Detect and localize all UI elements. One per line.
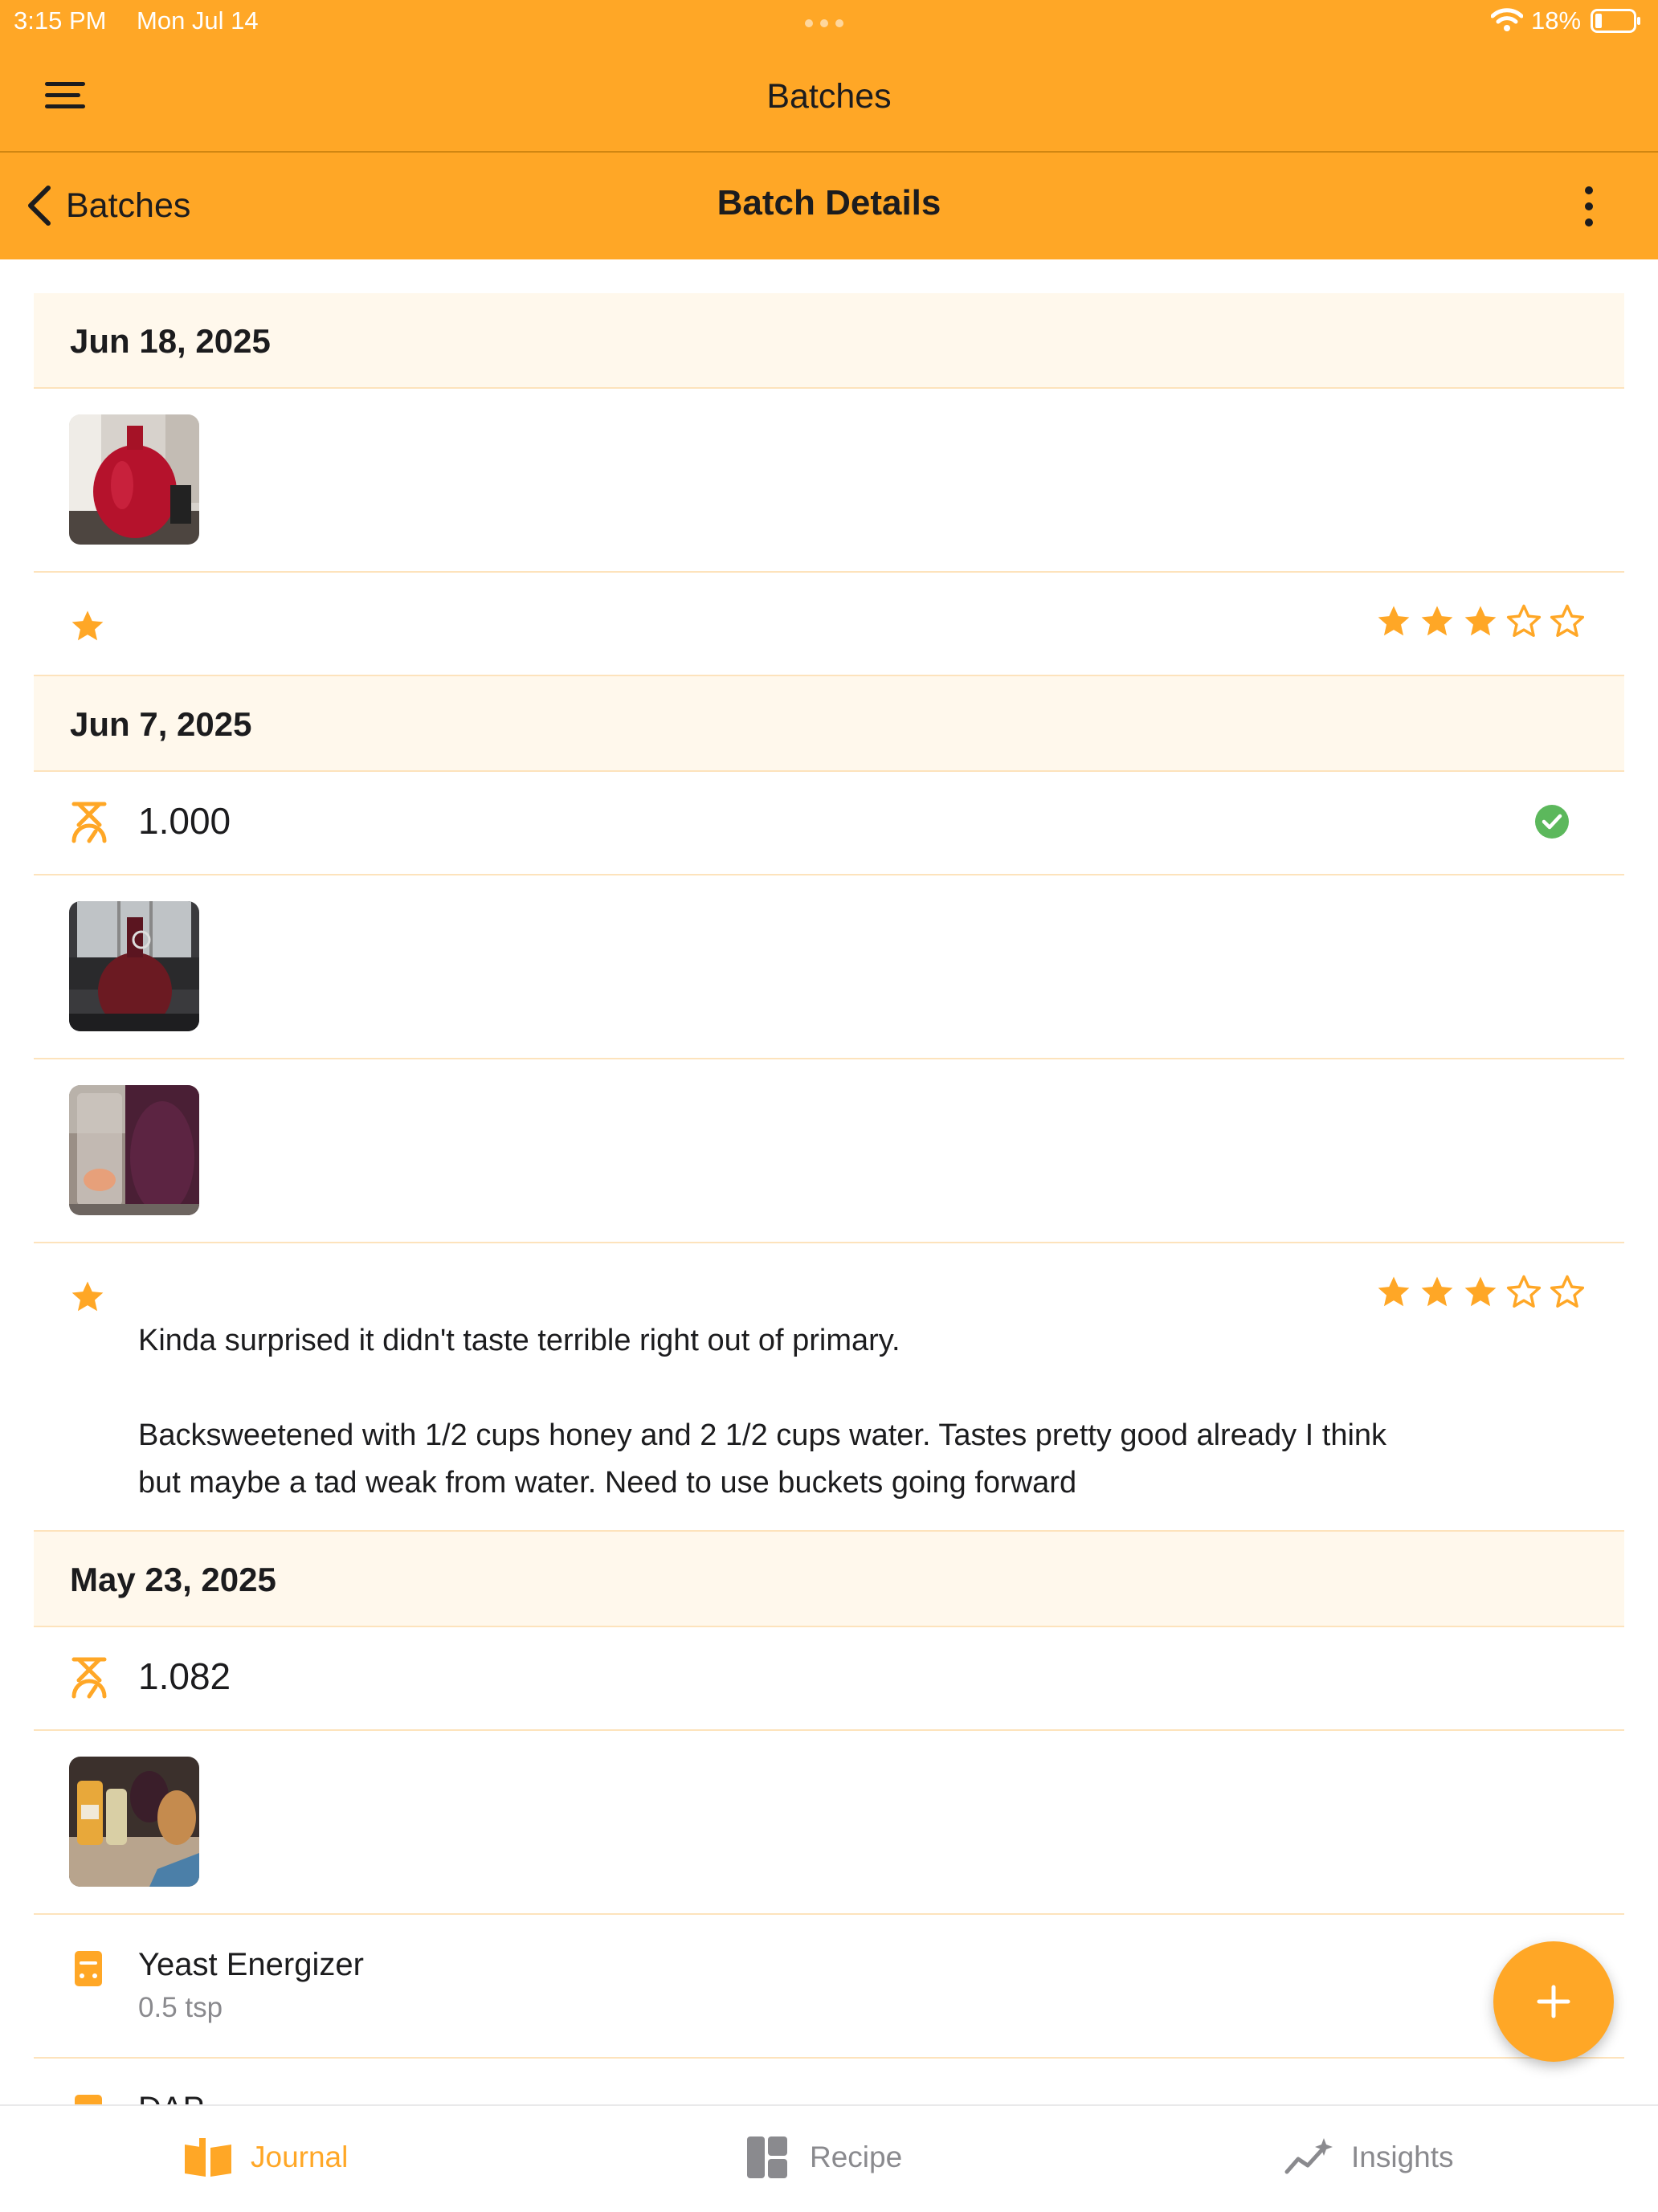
star-empty-icon[interactable] [1505,1274,1542,1311]
star-filled-icon[interactable] [1462,603,1499,640]
photo-row[interactable] [34,875,1624,1059]
section-header: May 23, 2025 [34,1532,1624,1627]
app-bar: Batches [0,43,1658,153]
star-empty-icon[interactable] [1549,1274,1586,1311]
rating-row[interactable] [34,573,1624,676]
hydrometer-icon [69,801,109,844]
note-line: but maybe a tad weak from water. Need to… [138,1466,1077,1500]
sparkline-icon [1284,2138,1333,2174]
star-icon [69,608,106,645]
photo-row[interactable] [34,389,1624,573]
ingredient-icon [75,1951,102,1986]
status-date: Mon Jul 14 [137,6,259,35]
plus-icon [1537,1985,1570,2018]
star-filled-icon[interactable] [1375,1274,1412,1311]
page-title: Batch Details [717,183,941,222]
ingredient-row[interactable]: Yeast Energizer 0.5 tsp [34,1915,1624,2059]
photo-thumbnail[interactable] [69,414,199,545]
photo-thumbnail[interactable] [69,1085,199,1215]
tab-label: Journal [251,2141,349,2173]
multitasking-dots-icon[interactable] [805,19,843,27]
glass-and-jug-image [69,1085,199,1215]
status-time: 3:15 PM [14,6,107,35]
star-empty-icon[interactable] [1505,603,1542,640]
layout-icon [747,2136,787,2178]
photo-thumbnail[interactable] [69,1757,199,1887]
photo-row[interactable] [34,1731,1624,1915]
app-title: Batches [766,77,892,116]
ingredient-row[interactable]: DAP [34,2059,1624,2104]
note-line: Backsweetened with 1/2 cups honey and 2 … [138,1418,1387,1452]
battery-percent: 18% [1531,6,1582,35]
check-circle-icon [1535,805,1569,839]
battery-icon [1591,9,1640,33]
note-line: Kinda surprised it didn't taste terrible… [138,1324,900,1357]
tab-insights[interactable]: Insights [1284,2136,1454,2178]
tasting-note: Kinda surprised it didn't taste terrible… [138,1317,1584,1507]
star-empty-icon[interactable] [1549,603,1586,640]
star-filled-icon[interactable] [1419,603,1456,640]
gravity-reading: 1.082 [138,1655,231,1697]
wifi-icon [1491,8,1523,31]
star-filled-icon[interactable] [1462,1274,1499,1311]
ingredient-name: DAP [138,2091,204,2104]
gravity-row[interactable]: 1.000 [34,772,1624,875]
tab-bar: Journal Recipe Insights [0,2104,1658,2212]
carboy-window-image [69,901,199,1031]
tab-journal[interactable]: Journal [183,2136,348,2178]
tab-label: Recipe [810,2141,903,2173]
gravity-row[interactable]: 1.082 [34,1627,1624,1731]
section-header: Jun 7, 2025 [34,676,1624,772]
ingredient-icon [75,2095,102,2104]
star-filled-icon[interactable] [1375,603,1412,640]
star-rating[interactable] [1375,603,1586,640]
nav-bar: Batches Batch Details [0,153,1658,259]
section-header: Jun 18, 2025 [34,293,1624,389]
journal-list[interactable]: Jun 18, 2025 Jun 7, 2025 1.000 Kinda sur… [34,259,1624,2104]
ingredient-amount: 0.5 tsp [138,1992,223,2023]
rating-note-row[interactable]: Kinda surprised it didn't taste terrible… [34,1243,1624,1532]
photo-thumbnail[interactable] [69,901,199,1031]
tab-label: Insights [1351,2141,1454,2173]
entry-date: May 23, 2025 [70,1561,276,1598]
hydrometer-icon [69,1656,109,1700]
entry-date: Jun 7, 2025 [70,705,252,743]
star-icon [69,1279,106,1316]
star-rating[interactable] [1375,1274,1586,1311]
gravity-reading: 1.000 [138,800,231,842]
ingredient-name: Yeast Energizer [138,1947,364,1982]
more-vertical-icon[interactable] [1579,186,1599,227]
counter-bottles-image [69,1757,199,1887]
book-icon [185,2138,231,2177]
status-bar: 3:15 PM Mon Jul 14 18% [0,0,1658,43]
photo-row[interactable] [34,1059,1624,1243]
add-entry-button[interactable] [1493,1941,1614,2062]
carboy-photo-image [69,414,199,545]
entry-date: Jun 18, 2025 [70,322,271,360]
tab-recipe[interactable]: Recipe [742,2136,902,2178]
star-filled-icon[interactable] [1419,1274,1456,1311]
